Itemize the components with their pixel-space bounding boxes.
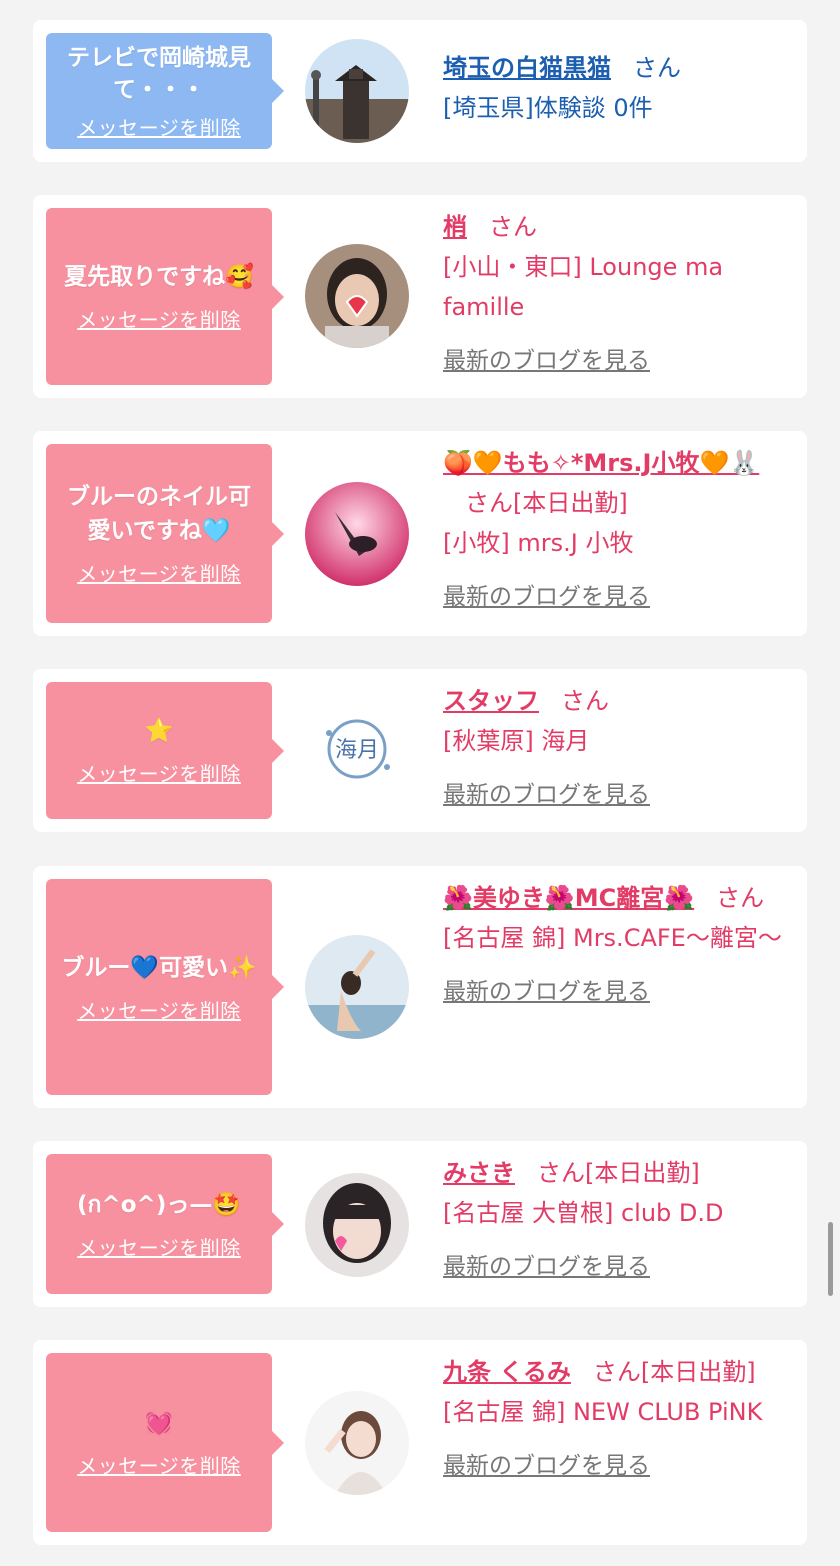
honorific: さん xyxy=(561,687,609,715)
user-avatar[interactable] xyxy=(305,482,409,586)
message-bubble: テレビで岡崎城見て・・・ メッセージを削除 xyxy=(46,33,284,149)
user-name-link[interactable]: みさき xyxy=(443,1159,515,1187)
honorific: さん xyxy=(716,884,765,912)
message-text: ブルーのネイル可愛いですね🩵 xyxy=(67,484,251,544)
latest-blog-link[interactable]: 最新のブログを見る xyxy=(443,341,650,381)
user-info: 🍑🧡もも✧*Mrs.J小牧🧡🐰 さん[本日出勤] [小牧] mrs.J 小牧 最新… xyxy=(443,443,793,617)
message-card: ⭐️ メッセージを削除 海月 スタッフ さん [秋葉原] 海月 最新のブログを見る xyxy=(33,669,807,832)
delete-message-link[interactable]: メッセージを削除 xyxy=(77,995,241,1024)
message-text: テレビで岡崎城見て・・・ xyxy=(67,44,251,103)
delete-message-link[interactable]: メッセージを削除 xyxy=(77,1232,241,1261)
message-text: 💓 xyxy=(144,1410,174,1436)
message-text: 夏先取りですね🥰 xyxy=(64,264,254,290)
latest-blog-link[interactable]: 最新のブログを見る xyxy=(443,972,650,1012)
latest-blog-link[interactable]: 最新のブログを見る xyxy=(443,775,650,815)
delete-message-link[interactable]: メッセージを削除 xyxy=(77,558,241,587)
message-bubble: ブルーのネイル可愛いですね🩵 メッセージを削除 xyxy=(46,444,284,623)
user-avatar[interactable] xyxy=(305,1173,409,1277)
latest-blog-link[interactable]: 最新のブログを見る xyxy=(443,1446,650,1486)
user-avatar[interactable] xyxy=(305,1391,409,1495)
message-bubble: 💓 メッセージを削除 xyxy=(46,1353,284,1532)
user-info: スタッフ さん [秋葉原] 海月 最新のブログを見る xyxy=(443,681,793,815)
user-name-link[interactable]: スタッフ xyxy=(443,687,539,715)
delete-message-link[interactable]: メッセージを削除 xyxy=(77,758,241,787)
message-bubble: 夏先取りですね🥰 メッセージを削除 xyxy=(46,208,284,385)
message-card: 夏先取りですね🥰 メッセージを削除 梢さん [小山・東口] Lounge ma … xyxy=(33,195,807,398)
message-bubble: ブルー💙可愛い✨ メッセージを削除 xyxy=(46,879,284,1095)
message-text: ブルー💙可愛い✨ xyxy=(61,954,257,981)
on-duty-badge: [本日出勤] xyxy=(585,1159,700,1187)
shop-info: [秋葉原] 海月 xyxy=(443,727,590,755)
user-info: 埼玉の白猫黒猫 さん [埼玉県]体験談 0件 xyxy=(443,48,793,128)
shop-info: [名古屋 錦] Mrs.CAFE～離宮～ xyxy=(443,924,782,952)
svg-text:海月: 海月 xyxy=(335,738,379,763)
user-avatar[interactable] xyxy=(305,244,409,348)
delete-message-link[interactable]: メッセージを削除 xyxy=(77,304,241,333)
user-info: みさき さん[本日出勤] [名古屋 大曽根] club D.D 最新のブログを見る xyxy=(443,1153,793,1287)
user-name-link[interactable]: 梢 xyxy=(443,213,467,241)
message-bubble: (ก^o^)っ—🤩 メッセージを削除 xyxy=(46,1154,284,1294)
shop-info: [小牧] mrs.J 小牧 xyxy=(443,529,634,557)
message-text: (ก^o^)っ—🤩 xyxy=(77,1191,241,1218)
scrollbar[interactable] xyxy=(828,1222,833,1296)
message-card: ブルーのネイル可愛いですね🩵 メッセージを削除 🍑🧡もも✧*Mrs.J小牧🧡🐰 さ… xyxy=(33,431,807,636)
honorific: さん xyxy=(592,1358,641,1386)
honorific: さん xyxy=(537,1159,585,1187)
user-name-link[interactable]: 九条 くるみ xyxy=(443,1358,571,1386)
on-duty-badge: [本日出勤] xyxy=(640,1358,756,1386)
honorific: さん xyxy=(465,489,513,517)
user-avatar[interactable] xyxy=(305,935,409,1039)
on-duty-badge: [本日出勤] xyxy=(513,489,628,517)
message-card: 💓 メッセージを削除 九条 くるみ さん[本日出勤] [名古屋 錦] NEW CL… xyxy=(33,1340,807,1545)
message-bubble: ⭐️ メッセージを削除 xyxy=(46,682,284,819)
message-card: テレビで岡崎城見て・・・ メッセージを削除 埼玉の白猫黒猫 さん [埼玉県]体験談… xyxy=(33,20,807,162)
latest-blog-link[interactable]: 最新のブログを見る xyxy=(443,577,650,617)
user-name-link[interactable]: 🍑🧡もも✧*Mrs.J小牧🧡🐰 xyxy=(443,449,759,477)
honorific: さん xyxy=(489,213,537,241)
delete-message-link[interactable]: メッセージを削除 xyxy=(77,112,241,141)
user-avatar[interactable]: 海月 xyxy=(305,699,409,803)
shop-info: [埼玉県]体験談 0件 xyxy=(443,94,653,122)
delete-message-link[interactable]: メッセージを削除 xyxy=(77,1450,241,1479)
shop-info: [名古屋 錦] NEW CLUB PiNK xyxy=(443,1398,763,1426)
user-avatar[interactable] xyxy=(305,39,409,143)
shop-info: [小山・東口] Lounge ma famille xyxy=(443,253,724,321)
user-info: 🌺美ゆき🌺MC離宮🌺 さん [名古屋 錦] Mrs.CAFE～離宮～ 最新のブログ… xyxy=(443,878,793,1012)
user-name-link[interactable]: 🌺美ゆき🌺MC離宮🌺 xyxy=(443,884,694,912)
message-card: (ก^o^)っ—🤩 メッセージを削除 みさき さん[本日出勤] [名古屋 大曽根]… xyxy=(33,1141,807,1307)
shop-info: [名古屋 大曽根] club D.D xyxy=(443,1199,724,1227)
message-card: ブルー💙可愛い✨ メッセージを削除 🌺美ゆき🌺MC離宮🌺 さん [名古屋 錦] M… xyxy=(33,866,807,1108)
user-name-link[interactable]: 埼玉の白猫黒猫 xyxy=(443,54,611,82)
message-text: ⭐️ xyxy=(144,718,174,744)
latest-blog-link[interactable]: 最新のブログを見る xyxy=(443,1247,650,1287)
honorific: さん xyxy=(633,54,681,82)
user-info: 梢さん [小山・東口] Lounge ma famille 最新のブログを見る xyxy=(443,207,793,381)
user-info: 九条 くるみ さん[本日出勤] [名古屋 錦] NEW CLUB PiNK 最新の… xyxy=(443,1352,793,1486)
